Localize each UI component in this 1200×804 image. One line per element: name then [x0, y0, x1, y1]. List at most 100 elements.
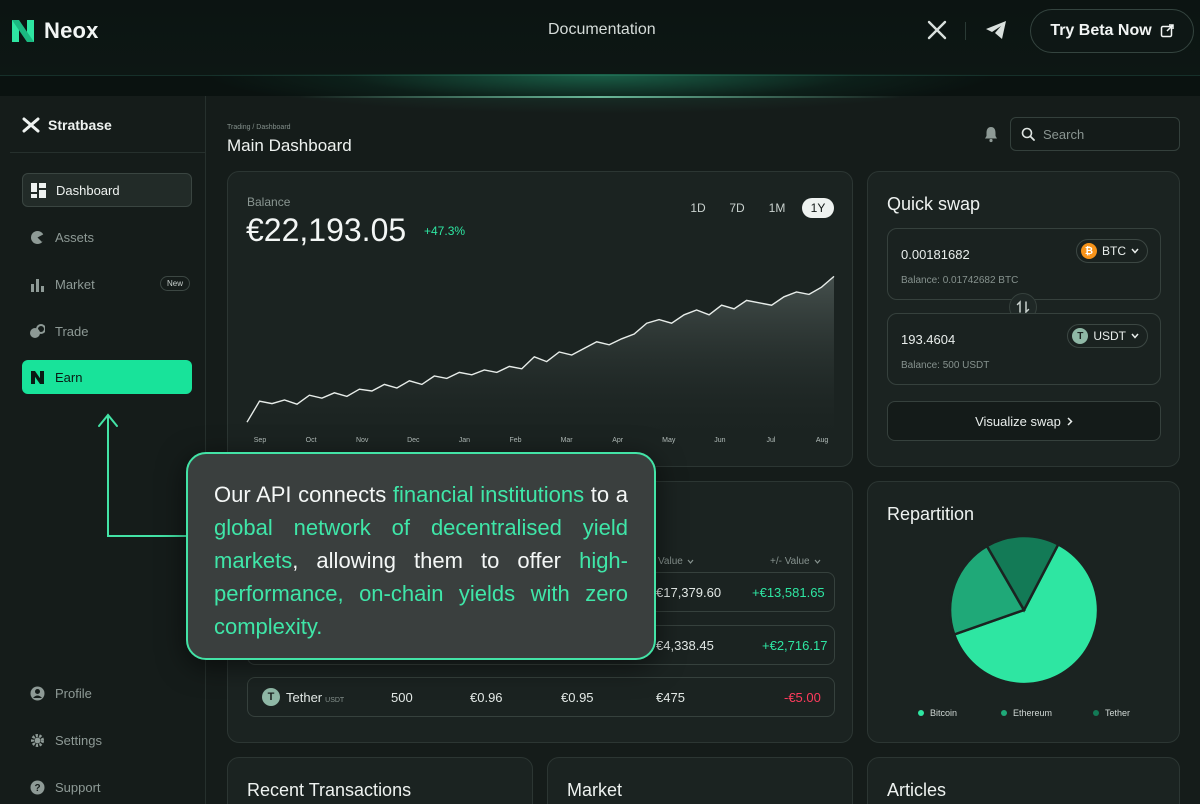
swap-to-balance: Balance: 500 USDT	[901, 360, 990, 371]
btc-selector[interactable]: ₿ BTC	[1076, 239, 1148, 263]
sidebar-item-trade[interactable]: Trade	[22, 314, 192, 348]
stratbase-brand[interactable]: Stratbase	[22, 116, 112, 134]
recent-transactions-title: Recent Transactions	[247, 780, 412, 800]
tether-icon: T	[1072, 328, 1089, 344]
sidebar-item-support[interactable]: ? Support	[22, 770, 192, 804]
help-icon: ?	[30, 780, 45, 794]
sidebar-item-dashboard[interactable]: Dashboard	[22, 173, 192, 207]
svg-text:?: ?	[34, 783, 40, 794]
sidebar-label-earn: Earn	[55, 369, 83, 385]
swap-from-amount[interactable]: 0.00181682	[901, 247, 970, 262]
sidebar-label-settings: Settings	[55, 732, 102, 748]
balance-chart: Sep Oct Nov Dec Jan Feb Mar Apr May Jun Jul Aug	[246, 275, 835, 444]
neox-logo-icon	[12, 20, 34, 42]
legend-dot	[1093, 710, 1099, 716]
recent-transactions-card: Recent Transactions	[227, 757, 533, 804]
callout-segment: Our API connects	[214, 482, 393, 507]
change-column-header[interactable]: +/- Value	[770, 556, 821, 567]
repartition-pie-chart	[948, 534, 1100, 686]
row-change: +€13,581.65	[752, 585, 825, 600]
balance-card: Balance €22,193.05 +47.3% 1D 7D 1M 1Y Se…	[227, 171, 853, 467]
documentation-link[interactable]: Documentation	[548, 21, 656, 39]
swap-arrows-icon	[1016, 300, 1030, 314]
row-value: €475	[656, 690, 685, 705]
callout-highlight: financial institutions	[392, 482, 585, 507]
x-tick-label: Jul	[767, 437, 776, 444]
search-input[interactable]	[1043, 126, 1163, 142]
legend-dot	[1001, 710, 1007, 716]
try-beta-button[interactable]: Try Beta Now	[1030, 9, 1194, 53]
sidebar-label-profile: Profile	[55, 685, 92, 701]
coin-name-text: Tether	[286, 690, 323, 705]
chevron-down-icon	[1131, 248, 1139, 254]
neox-icon	[31, 370, 44, 384]
value-column-header[interactable]: Value	[658, 556, 694, 567]
sidebar-item-assets[interactable]: Assets	[22, 220, 192, 254]
table-row[interactable]: T Tether USDT 500 €0.96 €0.95 €475 -€5.00	[247, 677, 835, 717]
sidebar-item-earn[interactable]: Earn	[22, 360, 192, 394]
swap-to-box[interactable]: 193.4604 Balance: 500 USDT T USDT	[887, 313, 1161, 385]
market-card: Market	[547, 757, 853, 804]
legend-label: Bitcoin	[930, 708, 958, 718]
neox-logo[interactable]: Neox	[10, 18, 99, 44]
range-1m[interactable]: 1M	[761, 198, 793, 218]
row-change: +€2,716.17	[762, 638, 828, 653]
search-icon	[1021, 127, 1035, 141]
range-1y[interactable]: 1Y	[802, 198, 834, 218]
balance-change: +47.3%	[424, 224, 466, 238]
market-title: Market	[567, 780, 623, 800]
row-value: €4,338.45	[656, 638, 714, 653]
usdt-selector[interactable]: T USDT	[1067, 324, 1148, 348]
stratbase-label: Stratbase	[48, 117, 112, 133]
swap-to-coin: USDT	[1093, 329, 1126, 343]
legend-label: Tether	[1105, 708, 1131, 718]
breadcrumb[interactable]: Trading / Dashboard	[227, 124, 291, 131]
trade-icon	[30, 323, 45, 338]
articles-card: Articles	[867, 757, 1180, 804]
x-tick-label: Feb	[509, 437, 521, 444]
swap-from-box[interactable]: 0.00181682 Balance: 0.01742682 BTC ₿ BTC	[887, 228, 1161, 300]
sidebar-item-profile[interactable]: Profile	[22, 676, 192, 710]
repartition-card: Repartition Bitcoin Ethereum Tether	[867, 481, 1180, 743]
change-header-label: +/- Value	[770, 556, 810, 567]
x-tick-label: May	[662, 437, 676, 444]
balance-value: €22,193.05	[246, 212, 407, 248]
callout-arrow	[98, 413, 186, 537]
row-change: -€5.00	[784, 690, 821, 705]
x-tick-label: Sep	[254, 437, 267, 444]
sidebar-item-settings[interactable]: Settings	[22, 723, 192, 757]
legend-label: Ethereum	[1013, 708, 1053, 718]
value-header-label: Value	[658, 556, 683, 567]
top-navbar: Neox Documentation Try Beta Now	[0, 0, 1200, 76]
articles-title: Articles	[887, 780, 947, 800]
balance-area	[247, 276, 834, 432]
row-avg: €0.95	[561, 690, 594, 705]
callout-segment: , allowing them to offer	[292, 548, 580, 573]
visualize-swap-button[interactable]: Visualize swap	[887, 401, 1161, 441]
balance-label: Balance	[247, 195, 291, 209]
gear-icon	[31, 733, 44, 747]
coin-symbol: USDT	[325, 697, 345, 704]
sidebar-item-market[interactable]: Market New	[22, 267, 192, 301]
bell-icon[interactable]	[982, 125, 1000, 143]
quick-swap-title: Quick swap	[887, 194, 981, 214]
swap-to-amount[interactable]: 193.4604	[901, 332, 955, 347]
chevron-down-icon	[687, 559, 694, 564]
x-tick-label: Aug	[816, 437, 829, 444]
try-beta-label: Try Beta Now	[1050, 22, 1152, 39]
stratbase-logo-icon	[22, 117, 40, 133]
sidebar-divider	[10, 152, 206, 153]
quick-swap-card: Quick swap 0.00181682 Balance: 0.0174268…	[867, 171, 1180, 467]
visualize-swap-label: Visualize swap	[975, 413, 1061, 429]
sidebar-label-dashboard: Dashboard	[56, 182, 120, 198]
coin-name: Tether USDT	[286, 690, 344, 705]
search-box[interactable]	[1010, 117, 1180, 151]
x-twitter-icon[interactable]	[926, 19, 948, 41]
range-7d[interactable]: 7D	[721, 198, 753, 218]
user-icon	[30, 686, 45, 700]
telegram-icon[interactable]	[984, 19, 1008, 41]
range-1d[interactable]: 1D	[682, 198, 714, 218]
sidebar-label-support: Support	[55, 779, 101, 795]
x-tick-label: Oct	[306, 437, 317, 444]
row-amount: 500	[391, 690, 413, 705]
